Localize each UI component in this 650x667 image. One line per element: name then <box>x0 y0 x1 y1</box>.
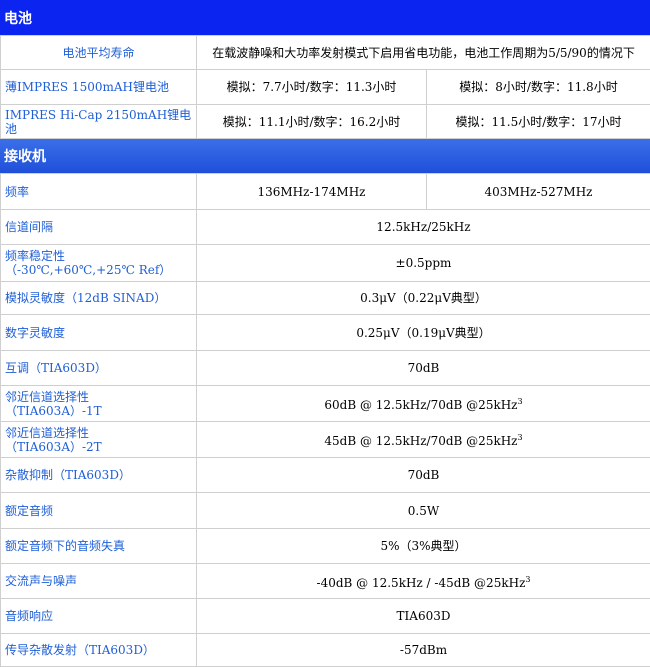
receiver-row-value: 0.25μV（0.19μV典型） <box>197 315 650 351</box>
receiver-row-label: 额定音频下的音频失真 <box>1 529 197 564</box>
receiver-row-value-text: 60dB @ 12.5kHz/70dB @25kHz <box>324 398 517 412</box>
battery-row-value-b: 模拟：11.5小时/数字：17小时 <box>427 105 650 139</box>
receiver-row-label: 邻近信道选择性 （TIA603A）-1T <box>1 386 197 422</box>
receiver-row: 额定音频 0.5W <box>1 493 650 529</box>
receiver-row-value: -57dBm <box>197 634 650 667</box>
receiver-row-label: 杂散抑制（TIA603D） <box>1 458 197 493</box>
receiver-row-label-line2: （TIA603A）-2T <box>5 440 192 454</box>
receiver-row-value-text: -40dB @ 12.5kHz / -45dB @25kHz <box>317 576 526 590</box>
battery-row-label: IMPRES Hi-Cap 2150mAH锂电池 <box>1 105 197 139</box>
receiver-row-label: 数字灵敏度 <box>1 315 197 351</box>
footnote-marker: 3 <box>518 433 523 442</box>
receiver-row-value: 70dB <box>197 458 650 493</box>
receiver-row: 额定音频下的音频失真 5%（3%典型） <box>1 529 650 564</box>
receiver-section-title: 接收机 <box>4 146 46 166</box>
receiver-row: 交流声与噪声 -40dB @ 12.5kHz / -45dB @25kHz3 <box>1 564 650 599</box>
footnote-marker: 3 <box>518 397 523 406</box>
receiver-row: 杂散抑制（TIA603D） 70dB <box>1 458 650 493</box>
battery-row-value-b: 模拟：8小时/数字：11.8小时 <box>427 70 650 105</box>
receiver-table: 频率 136MHz-174MHz 403MHz-527MHz 信道间隔 12.5… <box>0 173 650 667</box>
receiver-row-value: TIA603D <box>197 599 650 634</box>
footnote-marker: 3 <box>525 575 530 584</box>
receiver-row-value: 12.5kHz/25kHz <box>197 210 650 245</box>
receiver-row-label-line2: （TIA603A）-1T <box>5 404 192 418</box>
receiver-row-label: 音频响应 <box>1 599 197 634</box>
receiver-row-label: 信道间隔 <box>1 210 197 245</box>
battery-table: 电池平均寿命 在载波静噪和大功率发射模式下启用省电功能，电池工作周期为5/5/9… <box>0 35 650 139</box>
receiver-row-value: ±0.5ppm <box>197 245 650 282</box>
receiver-row: 频率稳定性 （-30℃,+60℃,+25℃ Ref） ±0.5ppm <box>1 245 650 282</box>
receiver-row-value: 60dB @ 12.5kHz/70dB @25kHz3 <box>197 386 650 422</box>
receiver-row-value: 0.3μV（0.22μV典型） <box>197 282 650 315</box>
receiver-row-value-a: 136MHz-174MHz <box>197 174 427 210</box>
receiver-row: 频率 136MHz-174MHz 403MHz-527MHz <box>1 174 650 210</box>
receiver-row-label: 模拟灵敏度（12dB SINAD） <box>1 282 197 315</box>
receiver-row-label-line2: （-30℃,+60℃,+25℃ Ref） <box>5 263 192 277</box>
battery-section-header: 电池 <box>0 0 650 35</box>
receiver-row-label-line1: 邻近信道选择性 <box>5 426 192 440</box>
receiver-row: 邻近信道选择性 （TIA603A）-1T 60dB @ 12.5kHz/70dB… <box>1 386 650 422</box>
battery-section-title: 电池 <box>4 8 32 28</box>
receiver-row: 音频响应 TIA603D <box>1 599 650 634</box>
receiver-row-value: 0.5W <box>197 493 650 529</box>
receiver-row-value: 45dB @ 12.5kHz/70dB @25kHz3 <box>197 422 650 458</box>
receiver-row-value-text: 45dB @ 12.5kHz/70dB @25kHz <box>324 434 517 448</box>
battery-row-label: 薄IMPRES 1500mAH锂电池 <box>1 70 197 105</box>
battery-row-value-a: 模拟：7.7小时/数字：11.3小时 <box>197 70 427 105</box>
receiver-row-label: 频率稳定性 （-30℃,+60℃,+25℃ Ref） <box>1 245 197 282</box>
receiver-row: 模拟灵敏度（12dB SINAD） 0.3μV（0.22μV典型） <box>1 282 650 315</box>
battery-row-value-a: 模拟：11.1小时/数字：16.2小时 <box>197 105 427 139</box>
receiver-row-label: 传导杂散发射（TIA603D） <box>1 634 197 667</box>
receiver-section-header: 接收机 <box>0 139 650 173</box>
receiver-row-label: 额定音频 <box>1 493 197 529</box>
battery-life-label: 电池平均寿命 <box>1 36 197 70</box>
battery-row: 薄IMPRES 1500mAH锂电池 模拟：7.7小时/数字：11.3小时 模拟… <box>1 70 650 105</box>
receiver-row-label: 互调（TIA603D） <box>1 351 197 386</box>
receiver-row: 数字灵敏度 0.25μV（0.19μV典型） <box>1 315 650 351</box>
receiver-row: 传导杂散发射（TIA603D） -57dBm <box>1 634 650 667</box>
battery-row: IMPRES Hi-Cap 2150mAH锂电池 模拟：11.1小时/数字：16… <box>1 105 650 139</box>
receiver-row-value-b: 403MHz-527MHz <box>427 174 650 210</box>
receiver-row: 互调（TIA603D） 70dB <box>1 351 650 386</box>
receiver-row: 信道间隔 12.5kHz/25kHz <box>1 210 650 245</box>
receiver-row-value: 5%（3%典型） <box>197 529 650 564</box>
receiver-row-label: 交流声与噪声 <box>1 564 197 599</box>
battery-life-desc: 在载波静噪和大功率发射模式下启用省电功能，电池工作周期为5/5/90的情况下 <box>197 36 650 70</box>
receiver-row-value: 70dB <box>197 351 650 386</box>
receiver-row-label: 邻近信道选择性 （TIA603A）-2T <box>1 422 197 458</box>
battery-life-row: 电池平均寿命 在载波静噪和大功率发射模式下启用省电功能，电池工作周期为5/5/9… <box>1 36 650 70</box>
receiver-row-label: 频率 <box>1 174 197 210</box>
receiver-row-value: -40dB @ 12.5kHz / -45dB @25kHz3 <box>197 564 650 599</box>
receiver-row-label-line1: 频率稳定性 <box>5 249 192 263</box>
receiver-row: 邻近信道选择性 （TIA603A）-2T 45dB @ 12.5kHz/70dB… <box>1 422 650 458</box>
receiver-row-label-line1: 邻近信道选择性 <box>5 390 192 404</box>
